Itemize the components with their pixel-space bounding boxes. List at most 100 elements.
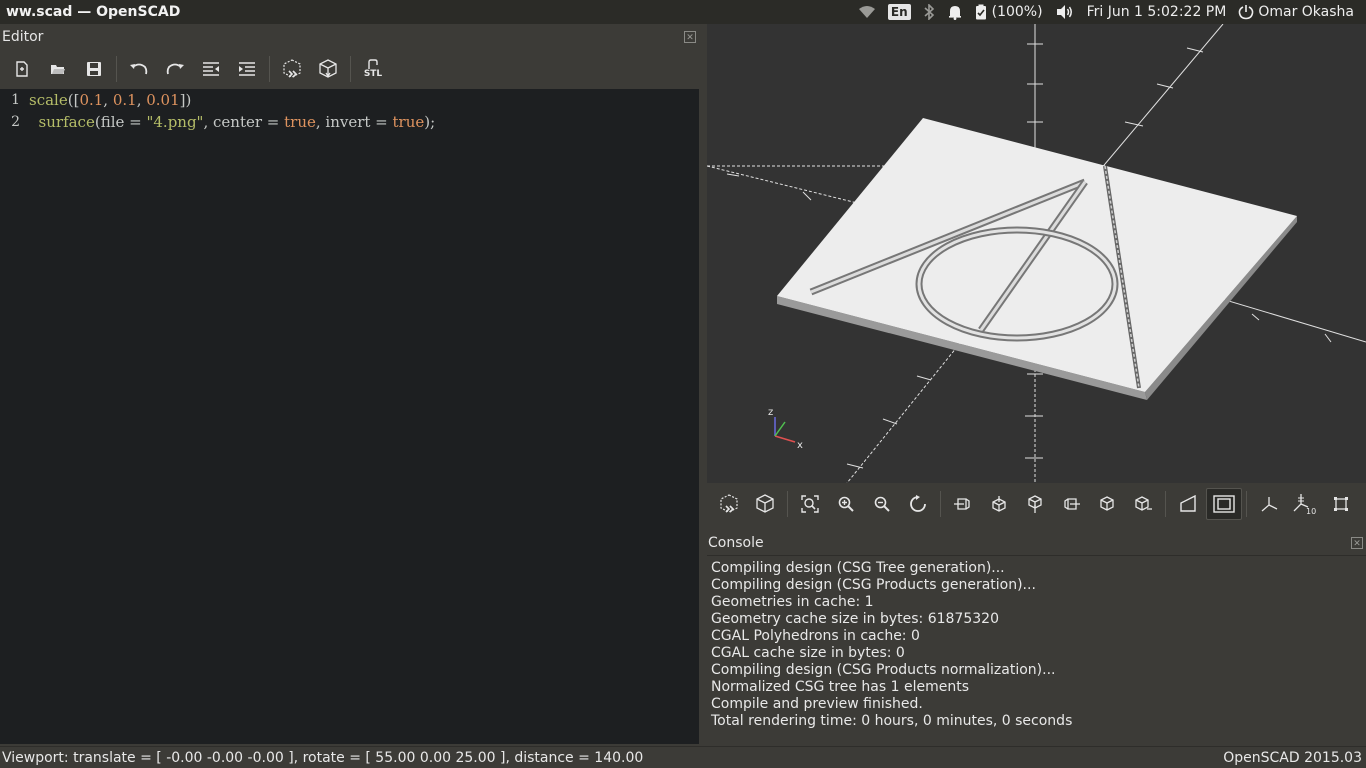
render-button[interactable]: [310, 53, 346, 85]
code-editor[interactable]: 1 scale([0.1, 0.1, 0.01]) 2 surface(file…: [0, 89, 699, 744]
view-all-button[interactable]: [792, 488, 828, 520]
version-label: OpenSCAD 2015.03: [1223, 749, 1362, 766]
wifi-icon[interactable]: [852, 0, 882, 24]
user-menu[interactable]: Omar Okasha: [1232, 0, 1360, 24]
battery-icon: [975, 4, 986, 20]
battery-indicator[interactable]: (100%): [969, 0, 1049, 24]
zoom-in-button[interactable]: [828, 488, 864, 520]
code-token: (file =: [94, 113, 147, 131]
view-front-button[interactable]: [1089, 488, 1125, 520]
system-tray: En (100%) Fri Jun 1 5:02:22 PM Omar Okas…: [852, 0, 1360, 24]
preview-icon: [720, 494, 738, 513]
code-token: ]): [179, 91, 192, 109]
view-render-button[interactable]: [747, 488, 783, 520]
code-token: ,: [136, 91, 147, 109]
keyboard-layout-indicator[interactable]: En: [882, 0, 917, 24]
redo-button[interactable]: [157, 53, 193, 85]
keyboard-layout-label: En: [887, 4, 911, 20]
zoom-out-icon: [874, 496, 890, 512]
perspective-button[interactable]: [1170, 488, 1206, 520]
viewport-status: Viewport: translate = [ -0.00 -0.00 -0.0…: [2, 749, 644, 766]
console-line: Normalized CSG tree has 1 elements: [711, 679, 969, 695]
reset-view-button[interactable]: [900, 488, 936, 520]
code-token: ([: [67, 91, 80, 109]
undo-icon: [130, 63, 148, 75]
new-file-icon: [16, 61, 28, 77]
render-icon: [319, 59, 337, 78]
axes-icon: [1261, 497, 1278, 512]
new-file-button[interactable]: [4, 53, 40, 85]
reset-view-icon: [910, 495, 926, 512]
preview-button[interactable]: [274, 53, 310, 85]
zoom-fit-icon: [801, 495, 819, 513]
show-edges-button[interactable]: [1323, 488, 1359, 520]
zoom-out-button[interactable]: [864, 488, 900, 520]
toolbar-separator: [1246, 491, 1247, 517]
open-file-button[interactable]: [40, 53, 76, 85]
redo-icon: [166, 63, 184, 75]
toolbar-separator: [116, 56, 117, 82]
view-right-button[interactable]: [945, 488, 981, 520]
console-line: CGAL Polyhedrons in cache: 0: [711, 628, 920, 644]
editor-dock: Editor ✕ STL 1 scale([0.1, 0.1, 0.01]) 2…: [0, 24, 704, 746]
view-top-button[interactable]: [981, 488, 1017, 520]
edges-icon: [1334, 497, 1348, 511]
code-line-2: 2 surface(file = "4.png", center = true,…: [0, 111, 699, 133]
scale-markers-icon: 10: [1293, 494, 1316, 515]
window-title: ww.scad — OpenSCAD: [6, 4, 181, 20]
view-left-button[interactable]: [1053, 488, 1089, 520]
line-source: surface(file = "4.png", center = true, i…: [24, 111, 436, 133]
undo-button[interactable]: [121, 53, 157, 85]
line-number: 1: [11, 92, 20, 108]
axis-gizmo: z x: [768, 407, 803, 451]
code-token: 0.01: [146, 91, 180, 109]
show-axes-button[interactable]: [1251, 488, 1287, 520]
save-file-button[interactable]: [76, 53, 112, 85]
view-bottom-button[interactable]: [1017, 488, 1053, 520]
editor-title: Editor: [2, 28, 44, 45]
indent-icon: [239, 62, 255, 76]
view-preview-button[interactable]: [711, 488, 747, 520]
unindent-button[interactable]: [193, 53, 229, 85]
preview-icon: [283, 59, 301, 78]
battery-percentage: (100%): [991, 4, 1043, 20]
show-scale-markers-button[interactable]: 10: [1287, 488, 1323, 520]
line-source: scale([0.1, 0.1, 0.01]): [24, 89, 191, 111]
notification-bell-icon[interactable]: [941, 0, 969, 24]
view-bottom-icon: [1028, 495, 1042, 513]
orthogonal-button[interactable]: [1206, 488, 1242, 520]
code-token: 0.1: [112, 91, 137, 109]
code-token: true: [392, 113, 425, 131]
perspective-icon: [1180, 495, 1196, 512]
export-stl-button[interactable]: STL: [355, 53, 391, 85]
toolbar-separator: [1165, 491, 1166, 517]
3d-viewport[interactable]: z x: [707, 24, 1366, 483]
console-line: Compiling design (CSG Products generatio…: [711, 577, 1036, 593]
console-output[interactable]: Compiling design (CSG Tree generation)..…: [707, 555, 1366, 746]
status-bar: Viewport: translate = [ -0.00 -0.00 -0.0…: [0, 746, 1366, 768]
orthogonal-icon: [1213, 495, 1235, 513]
editor-close-icon[interactable]: ✕: [684, 30, 696, 43]
view-back-button[interactable]: [1125, 488, 1161, 520]
volume-icon[interactable]: [1049, 0, 1081, 24]
clock[interactable]: Fri Jun 1 5:02:22 PM: [1081, 0, 1233, 24]
gizmo-z-label: z: [768, 407, 773, 418]
console-line: Compiling design (CSG Products normaliza…: [711, 662, 1056, 678]
axis-line: [1104, 24, 1224, 165]
bluetooth-icon[interactable]: [917, 0, 941, 24]
code-token: , invert =: [315, 113, 393, 131]
console-close-icon[interactable]: ✕: [1351, 537, 1363, 549]
indent-button[interactable]: [229, 53, 265, 85]
toolbar-separator: [269, 56, 270, 82]
code-token: "4.png": [146, 113, 204, 131]
toolbar-separator: [350, 56, 351, 82]
console-line: CGAL cache size in bytes: 0: [711, 645, 905, 661]
console-dock: Console ✕ Compiling design (CSG Tree gen…: [707, 531, 1366, 746]
top-panel: ww.scad — OpenSCAD En (100%) Fri Jun 1 5…: [0, 0, 1366, 24]
toolbar-separator: [787, 491, 788, 517]
code-token: );: [424, 113, 436, 131]
power-icon: [1238, 5, 1254, 20]
console-line: Compiling design (CSG Tree generation)..…: [711, 560, 1005, 576]
view-top-icon: [992, 496, 1006, 512]
unindent-icon: [203, 62, 219, 76]
